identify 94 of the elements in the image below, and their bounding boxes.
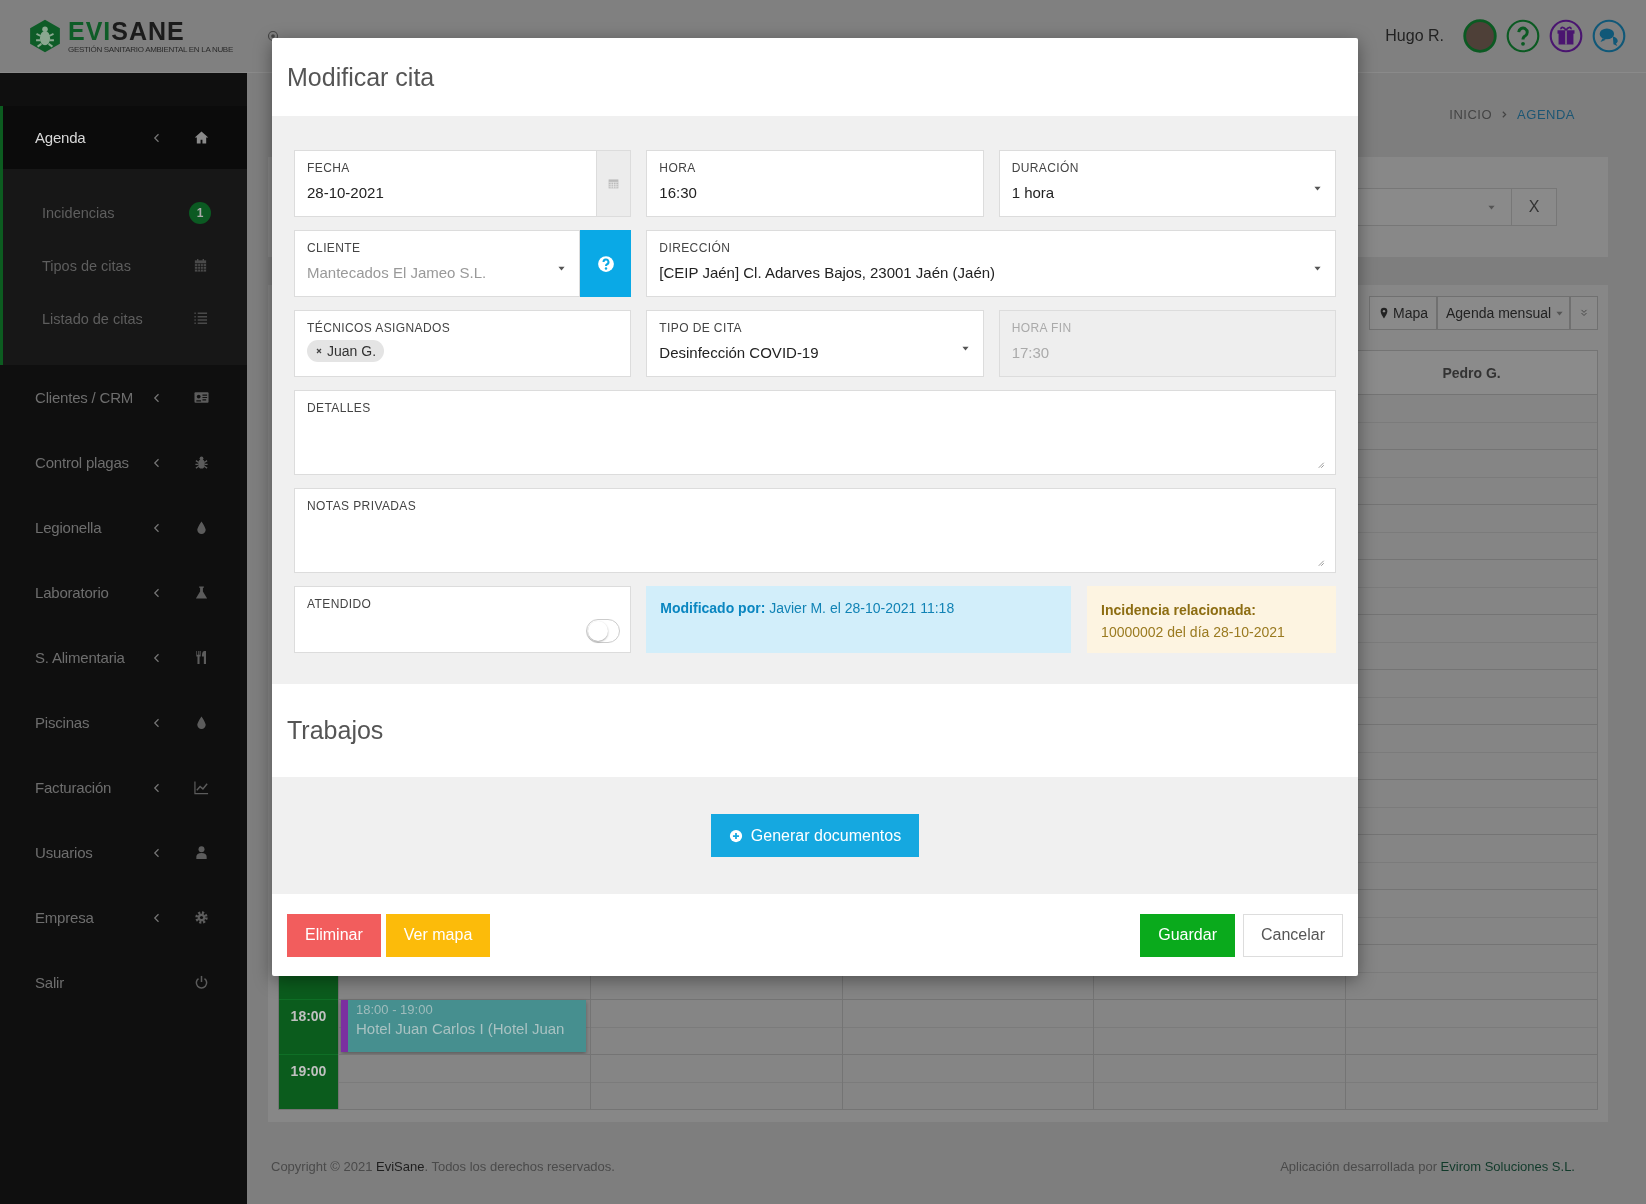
view-select[interactable]: Agenda mensual: [1437, 296, 1570, 330]
submenu-item[interactable]: Tipos de citas: [3, 239, 247, 292]
menu-item[interactable]: Usuarios: [3, 820, 247, 885]
calendar-icon: [607, 177, 621, 190]
submenu-item[interactable]: Listado de citas: [3, 292, 247, 345]
time-cell: 19:00: [279, 1054, 338, 1109]
power-icon: [194, 975, 209, 990]
select-field[interactable]: DIRECCIÓN [CEIP Jaén] Cl. Adarves Bajos, 23001 Jaén (Jaén): [646, 230, 1336, 297]
select-field[interactable]: DURACIÓN 1 hora: [998, 150, 1336, 217]
action-button[interactable]: Cancelar: [1242, 913, 1343, 957]
field-label: CLIENTE: [307, 241, 362, 255]
textarea-field[interactable]: NOTAS PRIVADAS: [294, 488, 1336, 573]
field-label: DETALLES: [307, 401, 372, 415]
user-icon: [194, 845, 209, 860]
menu-item[interactable]: Clientes / CRM: [3, 365, 247, 430]
line-chart-icon: [194, 780, 209, 795]
calendar-icon: [193, 258, 208, 273]
select-field[interactable]: CLIENTE Mantecados El Jameo S.L.: [294, 230, 581, 297]
field-label: HORA: [659, 161, 697, 175]
menu-item[interactable]: Legionella: [3, 495, 247, 560]
event-time: 18:00 - 19:00: [356, 1002, 434, 1017]
help-icon: [1506, 19, 1540, 53]
field-label: TÉCNICOS ASIGNADOS: [307, 321, 452, 335]
map-button[interactable]: Mapa: [1368, 296, 1437, 330]
flask-icon: [194, 585, 209, 600]
event-title: Hotel Juan Carlos I (Hotel Juan: [356, 1020, 566, 1037]
tag-label: Juan G.: [327, 343, 377, 359]
list-icon: [193, 311, 208, 326]
expand-button[interactable]: [1570, 296, 1598, 330]
field-value: [CEIP Jaén] Cl. Adarves Bajos, 23001 Jaén (Jaén): [659, 264, 996, 281]
user-name: Hugo R.: [1385, 27, 1444, 45]
field-value: 17:30: [1011, 344, 1051, 361]
calendar-cell[interactable]: [338, 1054, 590, 1109]
toggle-switch[interactable]: [586, 619, 621, 643]
drop-icon: [194, 520, 209, 535]
logo-text: EVISANE: [68, 18, 186, 44]
home-icon: [194, 130, 209, 145]
field-label: DIRECCIÓN: [659, 241, 732, 255]
submenu-item[interactable]: Incidencias 1: [3, 186, 247, 239]
drop-icon: [194, 715, 209, 730]
field-value: 1 hora: [1011, 184, 1055, 201]
generate-button[interactable]: Generar documentos: [710, 814, 920, 857]
field-label: HORA FIN: [1011, 321, 1073, 335]
menu-item[interactable]: Salir: [3, 950, 247, 1015]
field-value: 16:30: [659, 184, 698, 201]
menu-item[interactable]: Laboratorio: [3, 560, 247, 625]
field-value: Mantecados El Jameo S.L.: [307, 264, 487, 281]
field-label: DURACIÓN: [1011, 161, 1080, 175]
gear-icon: [194, 910, 209, 925]
time-cell: 18:00: [279, 999, 338, 1054]
avatar-icon: [1463, 19, 1497, 53]
incident-title: Incidencia relacionada:: [1101, 602, 1257, 618]
menu-item[interactable]: Facturación: [3, 755, 247, 820]
incident-text: 10000002 del día 28-10-2021: [1101, 624, 1286, 640]
logo-tagline: GESTIÓN SANITARIO AMBIENTAL EN LA NUBE: [68, 44, 233, 54]
section-title: Trabajos: [286, 715, 385, 746]
select-field[interactable]: TIPO DE CITA Desinfección COVID-19: [646, 310, 984, 377]
action-button[interactable]: Guardar: [1140, 913, 1235, 957]
field-label: FECHA: [307, 161, 351, 175]
menu-item[interactable]: Agenda: [3, 106, 247, 169]
modified-by-note: Modificado por: Javier M. el 28-10-2021 11:18: [646, 586, 1072, 653]
calendar-cell[interactable]: [1345, 944, 1597, 999]
count-badge: 1: [189, 201, 211, 224]
date-field[interactable]: FECHA 28-10-2021: [294, 150, 632, 217]
field-value: 28-10-2021: [307, 184, 385, 201]
breadcrumb-link[interactable]: AGENDA: [1517, 106, 1575, 122]
menu-item[interactable]: S. Alimentaria: [3, 625, 247, 690]
chevron-right-icon: [1500, 109, 1510, 119]
text-field[interactable]: HORA 16:30: [646, 150, 984, 217]
plus-circle-icon: [728, 828, 743, 843]
dot-circle-icon: [266, 30, 279, 42]
tags-field[interactable]: TÉCNICOS ASIGNADOS Juan G.: [294, 310, 632, 377]
menu-item[interactable]: Empresa: [3, 885, 247, 950]
gift-icon: [1549, 19, 1583, 53]
field-value: Desinfección COVID-19: [659, 344, 819, 361]
help-button[interactable]: [580, 230, 632, 297]
breadcrumb-link[interactable]: INICIO: [1449, 106, 1493, 122]
bug-icon: [194, 455, 209, 470]
field-label: NOTAS PRIVADAS: [307, 499, 418, 513]
field-label: TIPO DE CITA: [659, 321, 743, 335]
double-chevron-down-icon: [1579, 308, 1589, 318]
tag-chip[interactable]: Juan G.: [307, 340, 385, 362]
textarea-field[interactable]: DETALLES: [294, 390, 1336, 475]
remove-icon: [315, 347, 323, 355]
menu-item[interactable]: Control plagas: [3, 430, 247, 495]
dialog-title: Modificar cita: [286, 61, 436, 93]
field-label: ATENDIDO: [307, 597, 373, 611]
menu-item[interactable]: Piscinas: [3, 690, 247, 755]
id-card-icon: [194, 390, 209, 405]
clear-button[interactable]: X: [1512, 188, 1557, 226]
action-button[interactable]: Eliminar: [287, 913, 381, 957]
help-icon: [596, 254, 615, 273]
utensils-icon: [194, 650, 209, 665]
chat-icon: [1592, 19, 1626, 53]
